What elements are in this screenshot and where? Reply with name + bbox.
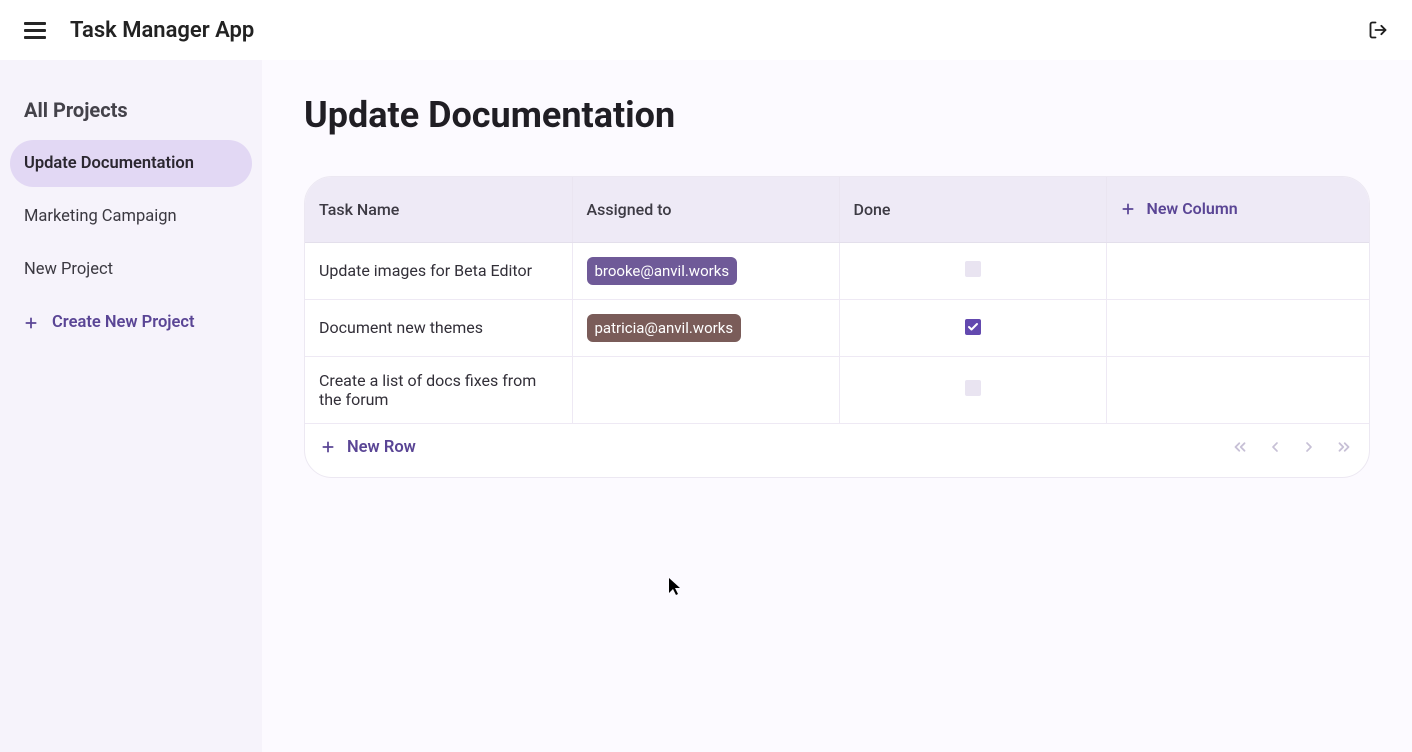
pager-last-icon[interactable]: [1335, 438, 1353, 456]
column-header-task[interactable]: Task Name: [305, 177, 572, 242]
header: Task Manager App: [0, 0, 1412, 60]
task-name-cell[interactable]: Update images for Beta Editor: [305, 242, 572, 299]
table-row[interactable]: Create a list of docs fixes from the for…: [305, 356, 1370, 423]
sidebar-item-label: Marketing Campaign: [24, 207, 177, 226]
page-title: Update Documentation: [304, 94, 1370, 136]
assigned-cell[interactable]: [572, 356, 839, 423]
logout-icon[interactable]: [1368, 20, 1388, 40]
new-row-button[interactable]: New Row: [321, 438, 416, 457]
task-name-cell[interactable]: Create a list of docs fixes from the for…: [305, 356, 572, 423]
empty-cell[interactable]: [1106, 242, 1370, 299]
assigned-cell[interactable]: brooke@anvil.works: [572, 242, 839, 299]
pager: [1231, 438, 1353, 456]
sidebar-item-new-project[interactable]: New Project: [10, 246, 252, 293]
sidebar-item-label: Update Documentation: [24, 154, 194, 173]
done-cell[interactable]: [839, 299, 1106, 356]
create-new-project-label: Create New Project: [52, 313, 195, 332]
new-column-label: New Column: [1147, 199, 1238, 218]
hamburger-icon[interactable]: [24, 22, 46, 39]
header-left: Task Manager App: [24, 18, 254, 43]
pager-prev-icon[interactable]: [1267, 439, 1283, 455]
assignee-chip[interactable]: patricia@anvil.works: [587, 314, 742, 342]
table-footer: New Row: [305, 423, 1369, 477]
done-checkbox[interactable]: [965, 319, 981, 335]
column-header-new: New Column: [1106, 177, 1370, 242]
column-header-assigned[interactable]: Assigned to: [572, 177, 839, 242]
plus-icon: [321, 440, 335, 454]
new-row-label: New Row: [347, 438, 416, 457]
empty-cell[interactable]: [1106, 299, 1370, 356]
create-new-project-button[interactable]: Create New Project: [10, 299, 252, 346]
done-checkbox[interactable]: [965, 380, 981, 396]
plus-icon: [24, 316, 38, 330]
pager-next-icon[interactable]: [1301, 439, 1317, 455]
main: Update Documentation Task Name Assigned …: [262, 60, 1412, 752]
sidebar: All Projects Update Documentation Market…: [0, 60, 262, 752]
done-checkbox[interactable]: [965, 261, 981, 277]
task-name-cell[interactable]: Document new themes: [305, 299, 572, 356]
done-cell[interactable]: [839, 356, 1106, 423]
sidebar-heading: All Projects: [10, 92, 252, 140]
table-row[interactable]: Update images for Beta Editor brooke@anv…: [305, 242, 1370, 299]
pager-first-icon[interactable]: [1231, 438, 1249, 456]
assigned-cell[interactable]: patricia@anvil.works: [572, 299, 839, 356]
table-row[interactable]: Document new themes patricia@anvil.works: [305, 299, 1370, 356]
tasks-table-card: Task Name Assigned to Done New Column: [304, 176, 1370, 478]
column-header-done[interactable]: Done: [839, 177, 1106, 242]
empty-cell[interactable]: [1106, 356, 1370, 423]
done-cell[interactable]: [839, 242, 1106, 299]
new-column-button[interactable]: New Column: [1121, 199, 1238, 218]
plus-icon: [1121, 202, 1135, 216]
tasks-table: Task Name Assigned to Done New Column: [305, 177, 1370, 423]
app-title: Task Manager App: [70, 18, 254, 43]
assignee-chip[interactable]: brooke@anvil.works: [587, 257, 738, 285]
sidebar-item-label: New Project: [24, 260, 113, 279]
sidebar-item-update-documentation[interactable]: Update Documentation: [10, 140, 252, 187]
sidebar-item-marketing-campaign[interactable]: Marketing Campaign: [10, 193, 252, 240]
